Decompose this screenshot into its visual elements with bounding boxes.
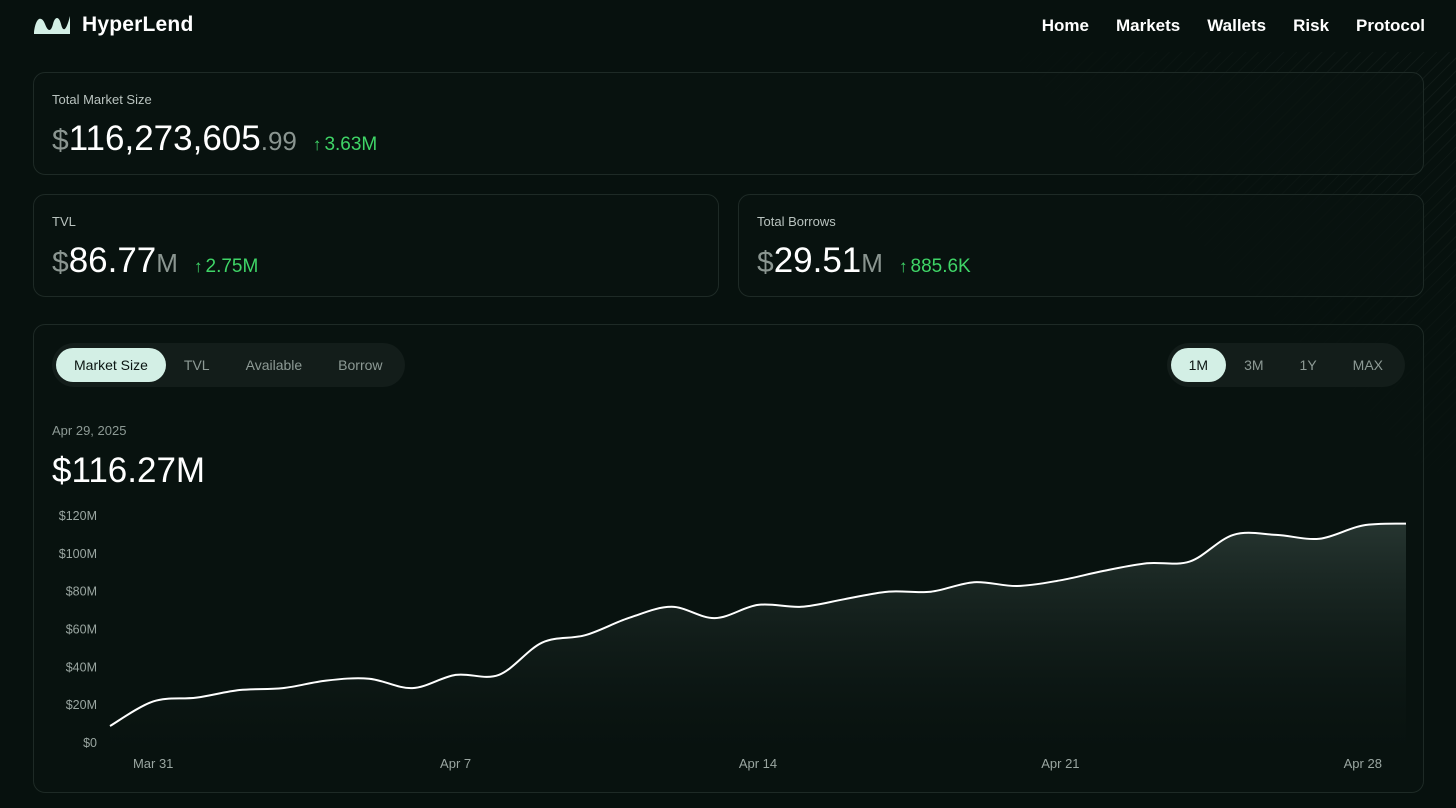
tvl-number: 86.77 [68,241,157,280]
market-size-decimal: .99 [260,126,297,156]
total-borrows-label: Total Borrows [757,214,836,229]
x-tick-label: Apr 28 [1344,756,1382,771]
borrows-unit: M [861,248,883,278]
tvl-label: TVL [52,214,76,229]
tvl-delta-value: 2.75M [205,256,259,277]
arrow-up-icon: ↑ [898,257,908,276]
total-market-size-card: Total Market Size $ 116,273,605 .99 ↑ 3.… [33,72,1424,175]
nav-risk[interactable]: Risk [1293,16,1329,36]
y-tick-label: $20M [66,698,97,712]
hyperlend-logo-icon [34,16,70,34]
total-borrows-value: $ 29.51 M ↑ 885.6K [757,241,971,281]
chart-card: Market Size TVL Available Borrow 1M 3M 1… [33,324,1424,793]
y-tick-label: $40M [66,660,97,674]
nav-protocol[interactable]: Protocol [1356,16,1425,36]
tvl-delta: ↑ 2.75M [194,256,258,278]
currency-symbol: $ [757,246,774,279]
total-borrows-card: Total Borrows $ 29.51 M ↑ 885.6K [738,194,1424,297]
market-size-delta-value: 3.63M [324,134,378,155]
nav-links: Home Markets Wallets Risk Protocol [1042,16,1425,36]
x-tick-label: Apr 21 [1041,756,1079,771]
total-market-size-value: $ 116,273,605 .99 ↑ 3.63M [52,119,377,159]
y-tick-label: $60M [66,623,97,637]
arrow-up-icon: ↑ [193,257,203,276]
nav-markets[interactable]: Markets [1116,16,1180,36]
arrow-up-icon: ↑ [312,135,322,154]
market-size-chart[interactable]: $0 $20M $40M $60M $80M $100M $120M Mar 31 Apr 7… [34,325,1424,793]
total-market-size-label: Total Market Size [52,92,152,107]
x-tick-label: Apr 7 [440,756,471,771]
x-tick-label: Apr 14 [739,756,777,771]
tvl-unit: M [156,248,178,278]
brand-logo[interactable]: HyperLend [32,12,194,38]
nav-home[interactable]: Home [1042,16,1089,36]
currency-symbol: $ [52,246,69,279]
nav-wallets[interactable]: Wallets [1207,16,1266,36]
currency-symbol: $ [52,124,69,157]
borrows-delta: ↑ 885.6K [899,256,971,278]
tvl-card: TVL $ 86.77 M ↑ 2.75M [33,194,719,297]
top-nav: HyperLend Home Markets Wallets Risk Prot… [0,0,1456,52]
borrows-delta-value: 885.6K [910,256,971,277]
market-size-integer: 116,273,605 [68,119,261,158]
tvl-value: $ 86.77 M ↑ 2.75M [52,241,258,281]
y-tick-label: $120M [59,509,97,523]
borrows-number: 29.51 [773,241,862,280]
y-tick-label: $80M [66,585,97,599]
brand-name: HyperLend [82,13,194,36]
y-tick-label: $0 [83,736,97,750]
y-tick-label: $100M [59,547,97,561]
x-tick-label: Mar 31 [133,756,173,771]
chart-area-fill [110,523,1406,743]
market-size-delta: ↑ 3.63M [313,134,377,156]
